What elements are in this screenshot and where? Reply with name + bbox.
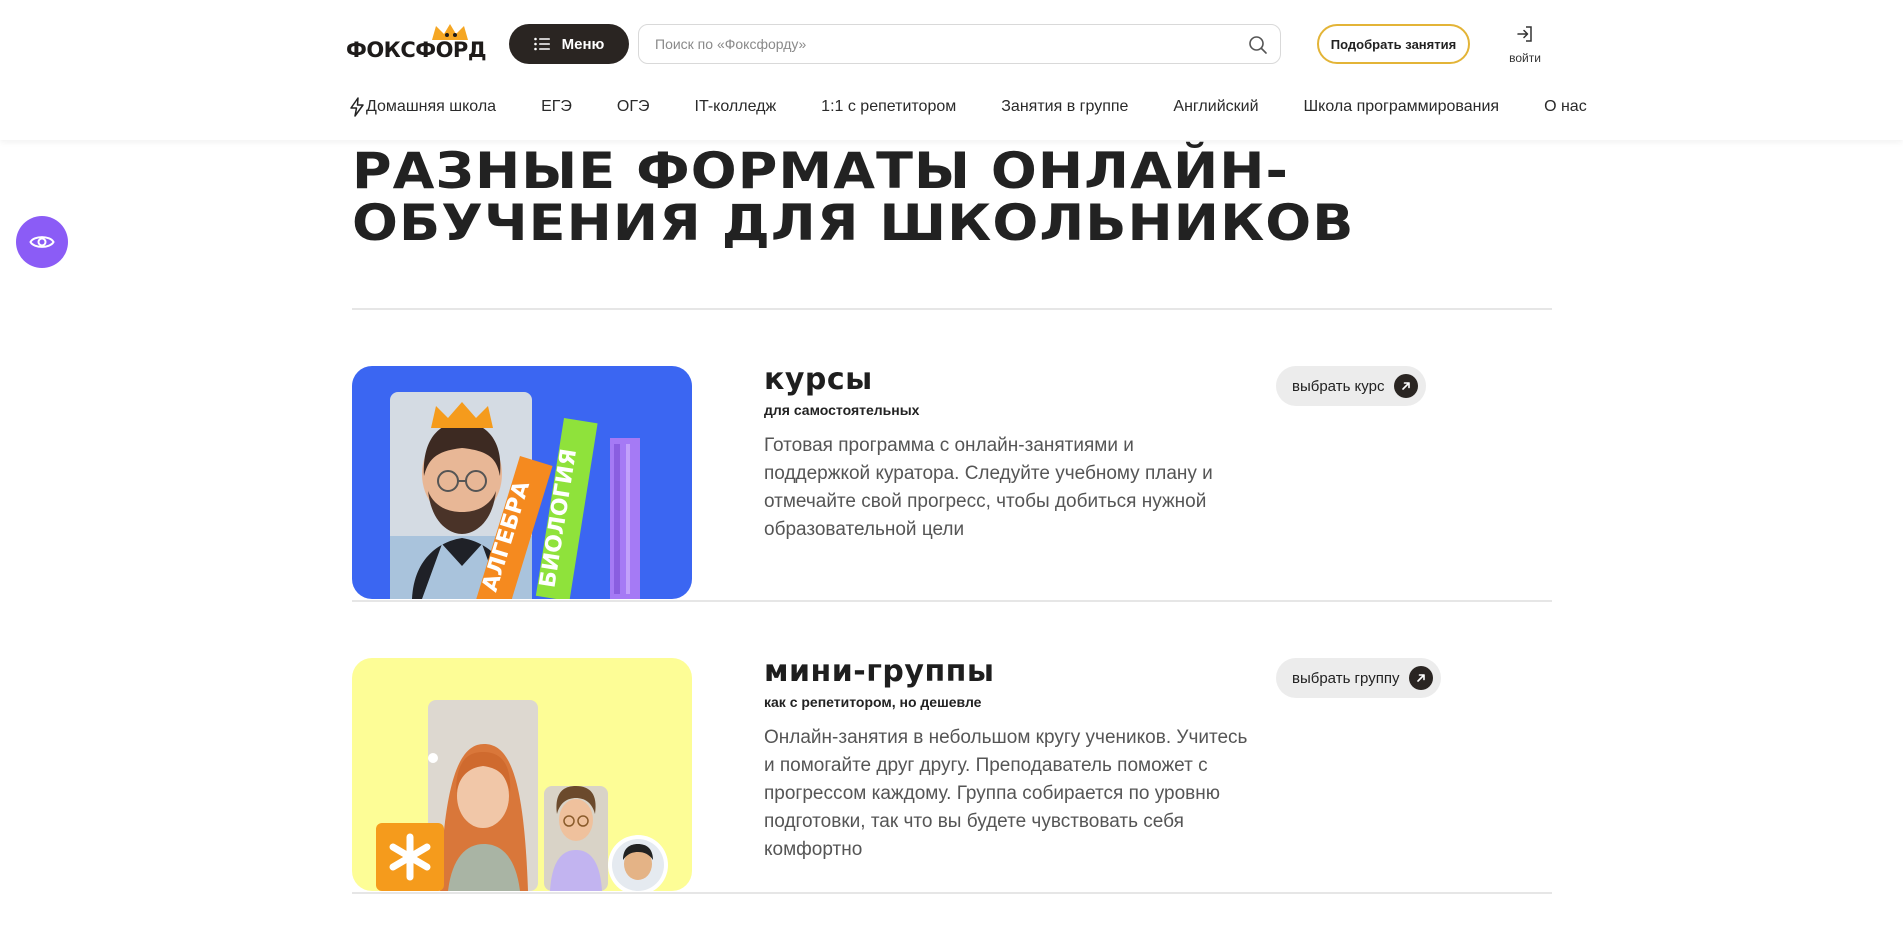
page-title: РАЗНЫЕ ФОРМАТЫ ОНЛАЙН- ОБУЧЕНИЯ ДЛЯ ШКОЛ… [352, 145, 1540, 249]
card-subtitle: для самостоятельных [764, 402, 920, 418]
button-label: выбрать группу [1292, 669, 1400, 687]
search-box [638, 24, 1281, 64]
arrow-up-right-icon [1394, 374, 1419, 398]
login-button[interactable]: войти [1500, 24, 1550, 68]
nav-item-it-college[interactable]: IT-колледж [695, 98, 777, 116]
nav-item-oge[interactable]: ОГЭ [617, 98, 650, 116]
eye-icon [29, 236, 55, 248]
list-icon [533, 37, 550, 51]
main-nav: Домашняя школа ЕГЭ ОГЭ IT-колледж 1:1 с … [348, 94, 1587, 120]
card-description: Онлайн-занятия в небольшом кругу ученико… [764, 727, 1248, 860]
nav-item-ege[interactable]: ЕГЭ [541, 98, 572, 116]
choose-group-button[interactable]: выбрать группу [1276, 658, 1442, 698]
accessibility-eye-button[interactable] [16, 216, 68, 268]
page-title-line-1: РАЗНЫЕ ФОРМАТЫ ОНЛАЙН- [352, 142, 1290, 200]
search-input[interactable] [655, 25, 1235, 63]
card-title: курсы [764, 362, 873, 397]
card-divider [352, 600, 1552, 602]
menu-label: Меню [561, 35, 605, 53]
courses-illustration: АЛГЕБРА БИОЛОГИЯ [390, 392, 640, 599]
menu-button[interactable]: Меню [509, 24, 629, 64]
page-title-line-2: ОБУЧЕНИЯ ДЛЯ ШКОЛЬНИКОВ [352, 194, 1355, 252]
login-icon [1517, 26, 1532, 42]
pick-classes-button[interactable]: Подобрать занятия [1317, 24, 1470, 64]
mini-groups-illustration [376, 700, 668, 891]
search-icon[interactable] [1248, 35, 1268, 55]
button-label: выбрать курс [1292, 377, 1385, 395]
site-header: ФОКСФОРД Меню Подобрать занятия войти До… [0, 0, 1903, 140]
card-title: мини-группы [764, 654, 995, 689]
mini-groups-image [352, 658, 692, 891]
card-subtitle: как с репетитором, но дешевле [764, 694, 982, 710]
foxford-logo[interactable]: ФОКСФОРД [346, 24, 487, 62]
section-divider [352, 308, 1552, 310]
arrow-up-right-icon [1409, 666, 1434, 690]
card-description: Готовая программа с онлайн-занятиями и п… [764, 435, 1213, 540]
choose-course-button[interactable]: выбрать курс [1276, 366, 1427, 406]
nav-item-tutor[interactable]: 1:1 с репетитором [821, 98, 956, 116]
courses-image: АЛГЕБРА БИОЛОГИЯ [352, 366, 692, 599]
lightning-icon [350, 97, 364, 117]
login-label: войти [1509, 51, 1541, 65]
nav-item-about[interactable]: О нас [1544, 98, 1587, 116]
nav-item-english[interactable]: Английский [1173, 98, 1258, 116]
nav-label: Домашняя школа [366, 98, 497, 115]
card-divider [352, 892, 1552, 894]
nav-item-home-school[interactable]: Домашняя школа [348, 97, 496, 117]
logo-text: ФОКСФОРД [346, 38, 487, 62]
nav-item-group-classes[interactable]: Занятия в группе [1001, 98, 1128, 116]
nav-item-programming-school[interactable]: Школа программирования [1304, 98, 1500, 116]
